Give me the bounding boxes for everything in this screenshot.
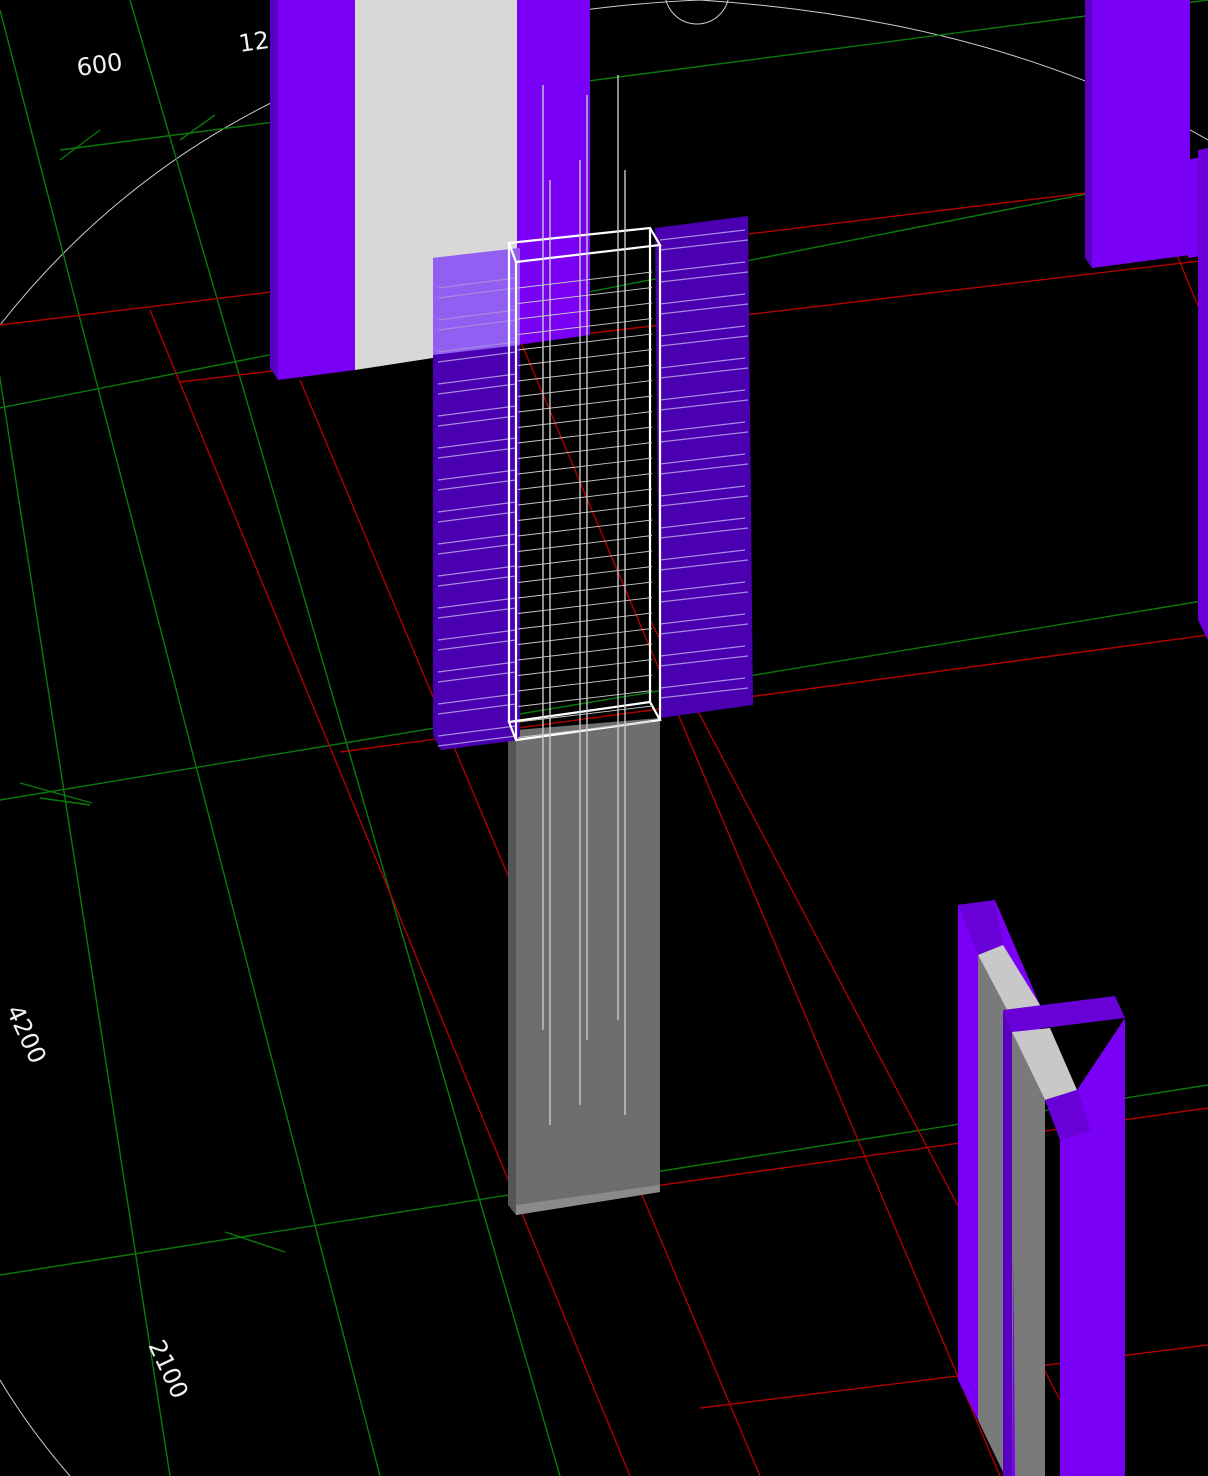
column-upper-left[interactable] [270, 0, 590, 380]
pier-lower[interactable] [508, 718, 660, 1215]
formwork-right[interactable] [655, 216, 753, 718]
3d-viewport[interactable]: 600 12 4200 2100 [0, 0, 1208, 1476]
dimension-label-12: 12 [237, 26, 271, 58]
formwork-left[interactable] [433, 248, 520, 750]
column-lower-right-front[interactable] [1003, 996, 1125, 1476]
